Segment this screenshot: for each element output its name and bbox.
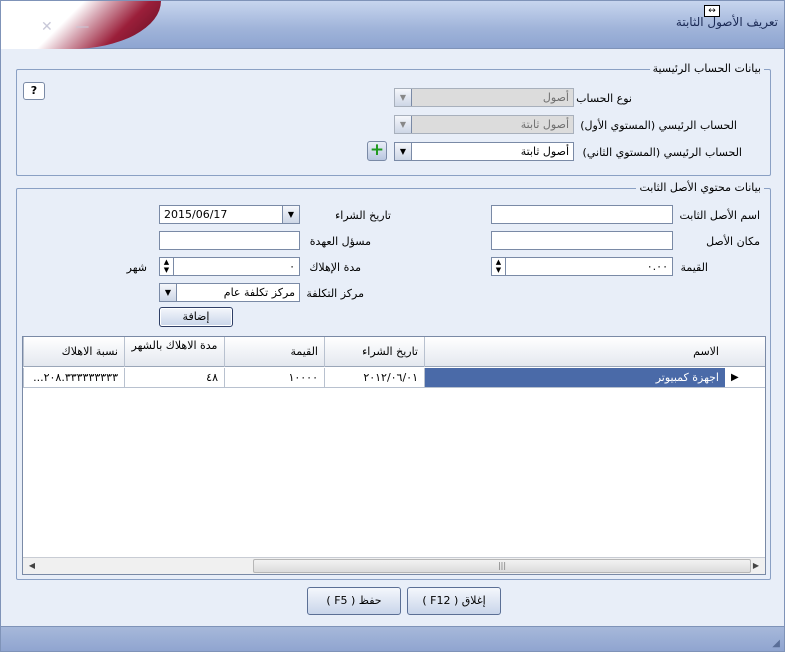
custodian-label: مسؤل العهدة [309,235,371,248]
scrollbar-thumb[interactable]: ||| [253,559,751,573]
asset-data-legend: بيانات محتوي الأصل الثابت [636,181,764,194]
plus-icon: + [369,140,385,160]
cell-value[interactable]: ١٠٠٠٠ [224,368,324,388]
scroll-right-icon[interactable]: ▶ [749,559,763,573]
add-account-button[interactable]: + [367,141,387,161]
fixed-assets-window: ✕ — ↔ تعريف الأصول الثابتة بيانات الحساب… [0,0,785,652]
column-header-name[interactable]: الاسم [424,337,725,367]
resize-grip-icon[interactable]: ◢ [772,638,780,649]
close-window-icon[interactable]: ✕ [41,19,53,35]
chevron-down-icon[interactable]: ▼ [160,284,177,301]
status-bar: ◢ [1,626,784,651]
main-account-legend: بيانات الحساب الرئيسية [649,62,764,75]
cell-name[interactable]: اجهزة كمبيوتر [424,368,725,388]
chevron-down-icon[interactable]: ▼ [395,116,412,133]
depreciation-period-label: مدة الإهلاك [309,261,361,274]
chevron-down-icon[interactable]: ▼ [395,143,412,160]
asset-location-input[interactable] [491,231,673,250]
row-pointer-icon: ▶ [725,368,765,388]
cost-center-label: مركز التكلفة [306,287,364,300]
cell-depreciation-months[interactable]: ٤٨ [124,368,224,388]
purchase-date-label: تاريخ الشراء [335,209,391,222]
column-header-value[interactable]: القيمة [224,337,324,367]
main-level1-select[interactable]: ▼ أصول ثابتة [394,115,574,134]
column-header-depreciation-rate[interactable]: نسبة الاهلاك [23,337,124,367]
chevron-down-icon[interactable]: ▼ [282,206,299,223]
column-header-purchase-date[interactable]: تاريخ الشراء [324,337,424,367]
help-icon: ? [30,84,38,97]
window-controls: ✕ — [41,19,107,35]
main-level1-label: الحساب الرئيسي (المستوي الأول) [580,119,737,132]
save-button[interactable]: حفظ ( F5 ) [307,587,401,615]
add-asset-button[interactable]: إضافة [159,307,233,327]
horizontal-scrollbar[interactable]: ◀ ||| ▶ [23,557,765,574]
spin-updown-icon[interactable]: ▲ ▼ [492,258,506,275]
grid-header: الاسم تاريخ الشراء القيمة مدة الاهلاك با… [23,337,765,367]
title-bar[interactable]: ✕ — ↔ تعريف الأصول الثابتة [1,1,784,49]
column-header-depreciation-months[interactable]: مدة الاهلاك بالشهر [124,337,224,367]
asset-location-label: مكان الأصل [706,235,760,248]
asset-value-stepper[interactable]: ▲ ▼ ٠.٠٠ [491,257,673,276]
cost-center-select[interactable]: ▼ مركز تكلفة عام [159,283,300,302]
account-type-label: نوع الحساب [576,92,632,105]
asset-value-label: القيمة [680,261,708,274]
minimize-window-icon[interactable]: — [75,19,89,35]
spin-updown-icon[interactable]: ▲ ▼ [160,258,174,275]
asset-name-input[interactable] [491,205,673,224]
depreciation-period-stepper[interactable]: ▲ ▼ ٠ [159,257,300,276]
main-level2-label: الحساب الرئيسي (المستوي الثاني) [582,146,742,159]
chevron-down-icon[interactable]: ▼ [395,89,412,106]
help-button[interactable]: ? [23,82,45,100]
account-type-select[interactable]: ▼ أصول [394,88,574,107]
cell-depreciation-rate[interactable]: ٢٠٨.٣٣٣٣٣٣٣٣٣... [23,368,124,388]
scroll-left-icon[interactable]: ◀ [25,559,39,573]
assets-grid[interactable]: الاسم تاريخ الشراء القيمة مدة الاهلاك با… [22,336,766,575]
cell-purchase-date[interactable]: ٢٠١٢/٠٦/٠١ [324,368,424,388]
main-level2-select[interactable]: ▼ أصول ثابتة [394,142,574,161]
asset-name-label: اسم الأصل الثابت [679,209,760,222]
table-row[interactable]: ▶ اجهزة كمبيوتر ٢٠١٢/٠٦/٠١ ١٠٠٠٠ ٤٨ ٢٠٨.… [23,368,765,388]
custodian-input[interactable] [159,231,300,250]
window-title: تعريف الأصول الثابتة [675,15,778,29]
purchase-date-picker[interactable]: 2015/06/17 ▼ [159,205,300,224]
depreciation-unit-label: شهر [126,261,147,274]
close-button[interactable]: إغلاق ( F12 ) [407,587,501,615]
